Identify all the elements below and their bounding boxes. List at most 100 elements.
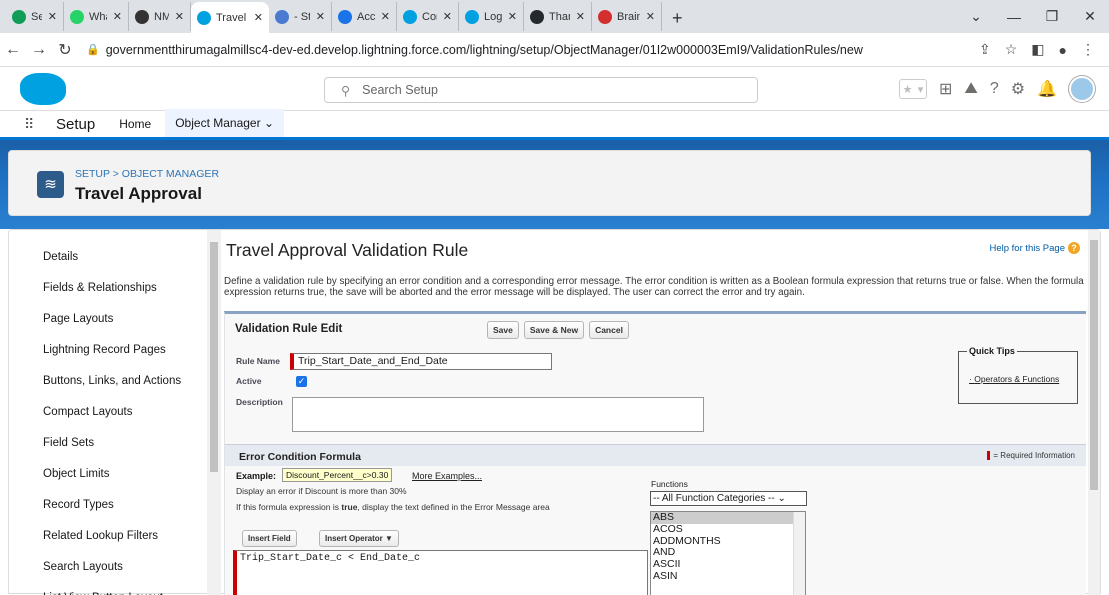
sidebar-item[interactable]: Buttons, Links, and Actions	[9, 366, 207, 397]
app-launcher-icon[interactable]: ⠿	[24, 117, 40, 131]
browser-tab[interactable]: Brainsto ✕	[592, 2, 662, 31]
tab-close-icon[interactable]: ✕	[48, 10, 57, 23]
share-icon[interactable]: ⇪	[979, 41, 991, 58]
rule-name-input[interactable]: Trip_Start_Date_and_End_Date	[290, 353, 552, 370]
function-option[interactable]: ASIN	[651, 570, 805, 583]
salesforce-logo[interactable]	[20, 73, 66, 105]
sidebar-item[interactable]: Page Layouts	[9, 304, 207, 335]
search-icon: ⚲	[341, 83, 351, 98]
active-label: Active	[236, 376, 262, 386]
tab-favicon-icon	[135, 9, 149, 24]
operators-link-text: Operators & Functions	[974, 374, 1060, 384]
favorites-icon[interactable]: ★ ▾	[898, 79, 927, 99]
browser-tab[interactable]: Travel Ap ✕	[191, 2, 269, 33]
global-header: ⚲ Search Setup ★ ▾ ⊞ ⛰ ? ⚙ 🔔	[0, 67, 1109, 111]
sidebar-item[interactable]: Object Limits	[9, 459, 207, 490]
browser-tab[interactable]: Login | S ✕	[459, 2, 524, 31]
content-area: Details Fields & Relationships Page Layout…	[8, 229, 1101, 595]
sidebar-item[interactable]: Lightning Record Pages	[9, 335, 207, 366]
minimize-icon[interactable]: —	[995, 9, 1033, 25]
sidebar-item[interactable]: Search Layouts	[9, 552, 207, 583]
main-scrollbar[interactable]	[1088, 230, 1100, 595]
tab-favicon-icon	[275, 9, 289, 24]
edit-panel: Validation Rule Edit Save Save & New Can…	[224, 311, 1086, 595]
active-checkbox[interactable]: ✓	[296, 376, 307, 387]
nav-home[interactable]: Home	[119, 117, 151, 131]
menu-icon[interactable]: ⋮	[1081, 41, 1095, 58]
save-new-button[interactable]: Save & New	[523, 321, 585, 339]
tab-favicon-icon	[598, 9, 612, 24]
chevron-down-icon: ⌄	[263, 116, 275, 130]
tab-close-icon[interactable]: ✕	[175, 10, 184, 23]
tab-close-icon[interactable]: ✕	[576, 10, 585, 23]
sidebar-item[interactable]: List View Button Layout	[9, 583, 207, 595]
help-link[interactable]: Help for this Page?	[989, 242, 1080, 254]
tab-close-icon[interactable]: ✕	[443, 10, 452, 23]
sidebar-item[interactable]: Details	[9, 242, 207, 273]
breadcrumb[interactable]: SETUP > OBJECT MANAGER	[75, 168, 219, 180]
search-setup-input[interactable]: ⚲ Search Setup	[324, 77, 758, 103]
restore-icon[interactable]: ❐	[1033, 8, 1071, 25]
add-icon[interactable]: ⊞	[939, 79, 952, 99]
save-button[interactable]: Save	[487, 321, 519, 339]
bookmark-star-icon[interactable]: ☆	[1005, 41, 1018, 58]
forward-icon[interactable]: →	[26, 41, 52, 59]
gear-icon[interactable]: ⚙	[1011, 79, 1025, 99]
section-title: Error Condition Formula	[239, 451, 361, 463]
nav-object-manager[interactable]: Object Manager ⌄	[165, 109, 285, 139]
browser-tab[interactable]: Search s ✕	[6, 2, 64, 31]
browser-tab[interactable]: Accessib ✕	[332, 2, 397, 31]
close-window-icon[interactable]: ✕	[1071, 8, 1109, 25]
functions-listbox[interactable]: ABS ACOS ADDMONTHS AND ASCII ASIN	[650, 511, 806, 595]
tab-favicon-icon	[403, 9, 417, 24]
tab-close-icon[interactable]: ✕	[508, 10, 517, 23]
url-field[interactable]: 🔒 governmentthirumagalmillsc4-dev-ed.dev…	[86, 43, 979, 57]
sidebar-scrollbar[interactable]	[207, 230, 221, 595]
functions-scrollbar[interactable]	[793, 512, 805, 595]
required-info-text: = Required Information	[993, 451, 1075, 460]
browser-tab[interactable]: NM_Arti ✕	[129, 2, 191, 31]
function-option[interactable]: ACOS	[651, 523, 805, 536]
tab-close-icon[interactable]: ✕	[254, 11, 263, 24]
browser-tab[interactable]: Contract ✕	[397, 2, 459, 31]
page-description: Define a validation rule by specifying a…	[224, 276, 1084, 298]
sidebar-item[interactable]: Record Types	[9, 490, 207, 521]
tab-close-icon[interactable]: ✕	[316, 10, 325, 23]
object-sidebar: Details Fields & Relationships Page Layout…	[9, 230, 207, 595]
tab-label: Accessib	[357, 10, 375, 23]
profile-icon[interactable]: ●	[1059, 42, 1067, 58]
sidebar-item[interactable]: Field Sets	[9, 428, 207, 459]
sidebar-item[interactable]: Related Lookup Filters	[9, 521, 207, 552]
tab-label: - Studen	[294, 10, 310, 23]
function-category-select[interactable]: -- All Function Categories -- ⌄	[650, 491, 807, 506]
tab-close-icon[interactable]: ✕	[381, 10, 390, 23]
bell-icon[interactable]: 🔔	[1037, 79, 1057, 99]
browser-tab[interactable]: - Studen ✕	[269, 2, 332, 31]
formula-editor[interactable]: Trip_Start_Date_c < End_Date_c	[233, 550, 648, 595]
tab-close-icon[interactable]: ✕	[646, 10, 655, 23]
address-bar: ← → ↻ 🔒 governmentthirumagalmillsc4-dev-…	[0, 33, 1109, 67]
insert-operator-button[interactable]: Insert Operator ▼	[319, 530, 399, 547]
description-textarea[interactable]	[292, 397, 704, 432]
more-examples-link[interactable]: More Examples...	[412, 471, 482, 481]
browser-tab[interactable]: WhatsAp ✕	[64, 2, 129, 31]
sidebar-item[interactable]: Compact Layouts	[9, 397, 207, 428]
insert-field-button[interactable]: Insert Field	[242, 530, 297, 547]
new-tab-icon[interactable]: +	[662, 8, 693, 29]
page-title: Travel Approval Validation Rule	[226, 240, 469, 260]
trailhead-icon[interactable]: ⛰	[964, 80, 977, 98]
help-icon[interactable]: ?	[990, 80, 999, 98]
browser-tab-strip: Search s✕WhatsAp✕NM_Arti✕Travel Ap✕- Stu…	[0, 0, 1109, 33]
cancel-button[interactable]: Cancel	[589, 321, 629, 339]
sidepanel-icon[interactable]: ◧	[1031, 41, 1044, 58]
sidebar-item[interactable]: Fields & Relationships	[9, 273, 207, 304]
operators-functions-link[interactable]: · Operators & Functions	[969, 374, 1059, 384]
tab-search-icon[interactable]: ⌄	[957, 8, 995, 25]
back-icon[interactable]: ←	[0, 41, 26, 59]
tab-label: WhatsAp	[89, 10, 107, 23]
tab-close-icon[interactable]: ✕	[113, 10, 122, 23]
avatar[interactable]	[1069, 76, 1095, 102]
browser-tab[interactable]: Thamizh ✕	[524, 2, 592, 31]
setup-nav-bar: ⠿ Setup Home Object Manager ⌄	[0, 109, 1109, 140]
reload-icon[interactable]: ↻	[52, 40, 78, 60]
